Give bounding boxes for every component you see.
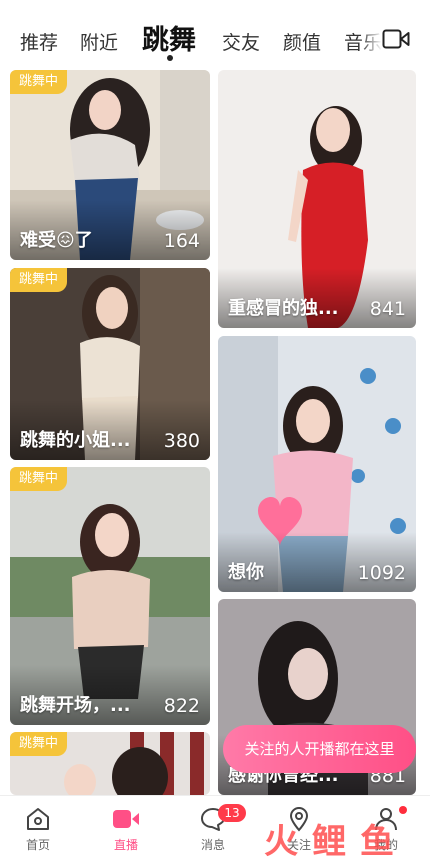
- viewer-count: 841: [369, 298, 406, 320]
- live-badge: 跳舞中: [10, 467, 68, 491]
- tab-recommend[interactable]: 推荐: [20, 28, 58, 55]
- stream-title: 跳舞的小姐...: [20, 430, 131, 451]
- tab-friends[interactable]: 交友: [222, 28, 260, 55]
- tab-dance[interactable]: 跳舞: [142, 18, 196, 57]
- live-card[interactable]: 重感冒的独... 841: [218, 70, 416, 328]
- nav-label: 直播: [113, 838, 138, 852]
- live-card[interactable]: 跳舞中 跳舞的小姐... 380: [10, 268, 210, 460]
- top-tab-bar: 推荐 附近 跳舞 交友 颜值 音乐: [0, 0, 430, 66]
- live-camera-icon: [113, 810, 139, 828]
- live-badge: 跳舞中: [10, 268, 68, 292]
- live-badge: 跳舞中: [10, 70, 68, 94]
- live-badge: 跳舞中: [10, 732, 68, 756]
- active-tab-indicator: [167, 55, 173, 61]
- svg-text:鲤: 鲤: [312, 822, 346, 861]
- nav-home[interactable]: 首页: [8, 806, 68, 853]
- followed-live-prompt[interactable]: 关注的人开播都在这里: [223, 725, 416, 773]
- live-card[interactable]: 跳舞中: [10, 732, 210, 795]
- message-count-badge: 13: [218, 804, 246, 822]
- tab-nearby[interactable]: 附近: [80, 28, 118, 55]
- tab-looks[interactable]: 颜值: [283, 28, 321, 55]
- nav-label: 消息: [200, 838, 225, 852]
- viewer-count: 380: [163, 430, 200, 452]
- video-camera-icon[interactable]: [382, 28, 410, 50]
- viewer-count: 164: [163, 230, 200, 252]
- nav-label: 首页: [25, 838, 50, 852]
- home-icon: [27, 808, 49, 830]
- nav-live[interactable]: 直播: [96, 806, 156, 853]
- stream-title: 重感冒的独...: [228, 298, 339, 319]
- live-card[interactable]: 想你 1092: [218, 336, 416, 592]
- viewer-count: 1092: [357, 562, 406, 584]
- watermark-logo: 火 鲤 鱼: [264, 822, 394, 861]
- stream-title: 想你: [228, 562, 264, 583]
- live-card[interactable]: 跳舞中 跳舞开场，... 822: [10, 467, 210, 725]
- notification-dot: [399, 806, 407, 814]
- stream-title: 跳舞开场，...: [20, 695, 131, 716]
- live-card[interactable]: 跳舞中 难受😖了 164: [10, 70, 210, 260]
- svg-text:鱼: 鱼: [360, 822, 394, 861]
- stream-title: 难受😖了: [20, 230, 93, 251]
- svg-text:火: 火: [264, 822, 298, 861]
- viewer-count: 822: [163, 695, 200, 717]
